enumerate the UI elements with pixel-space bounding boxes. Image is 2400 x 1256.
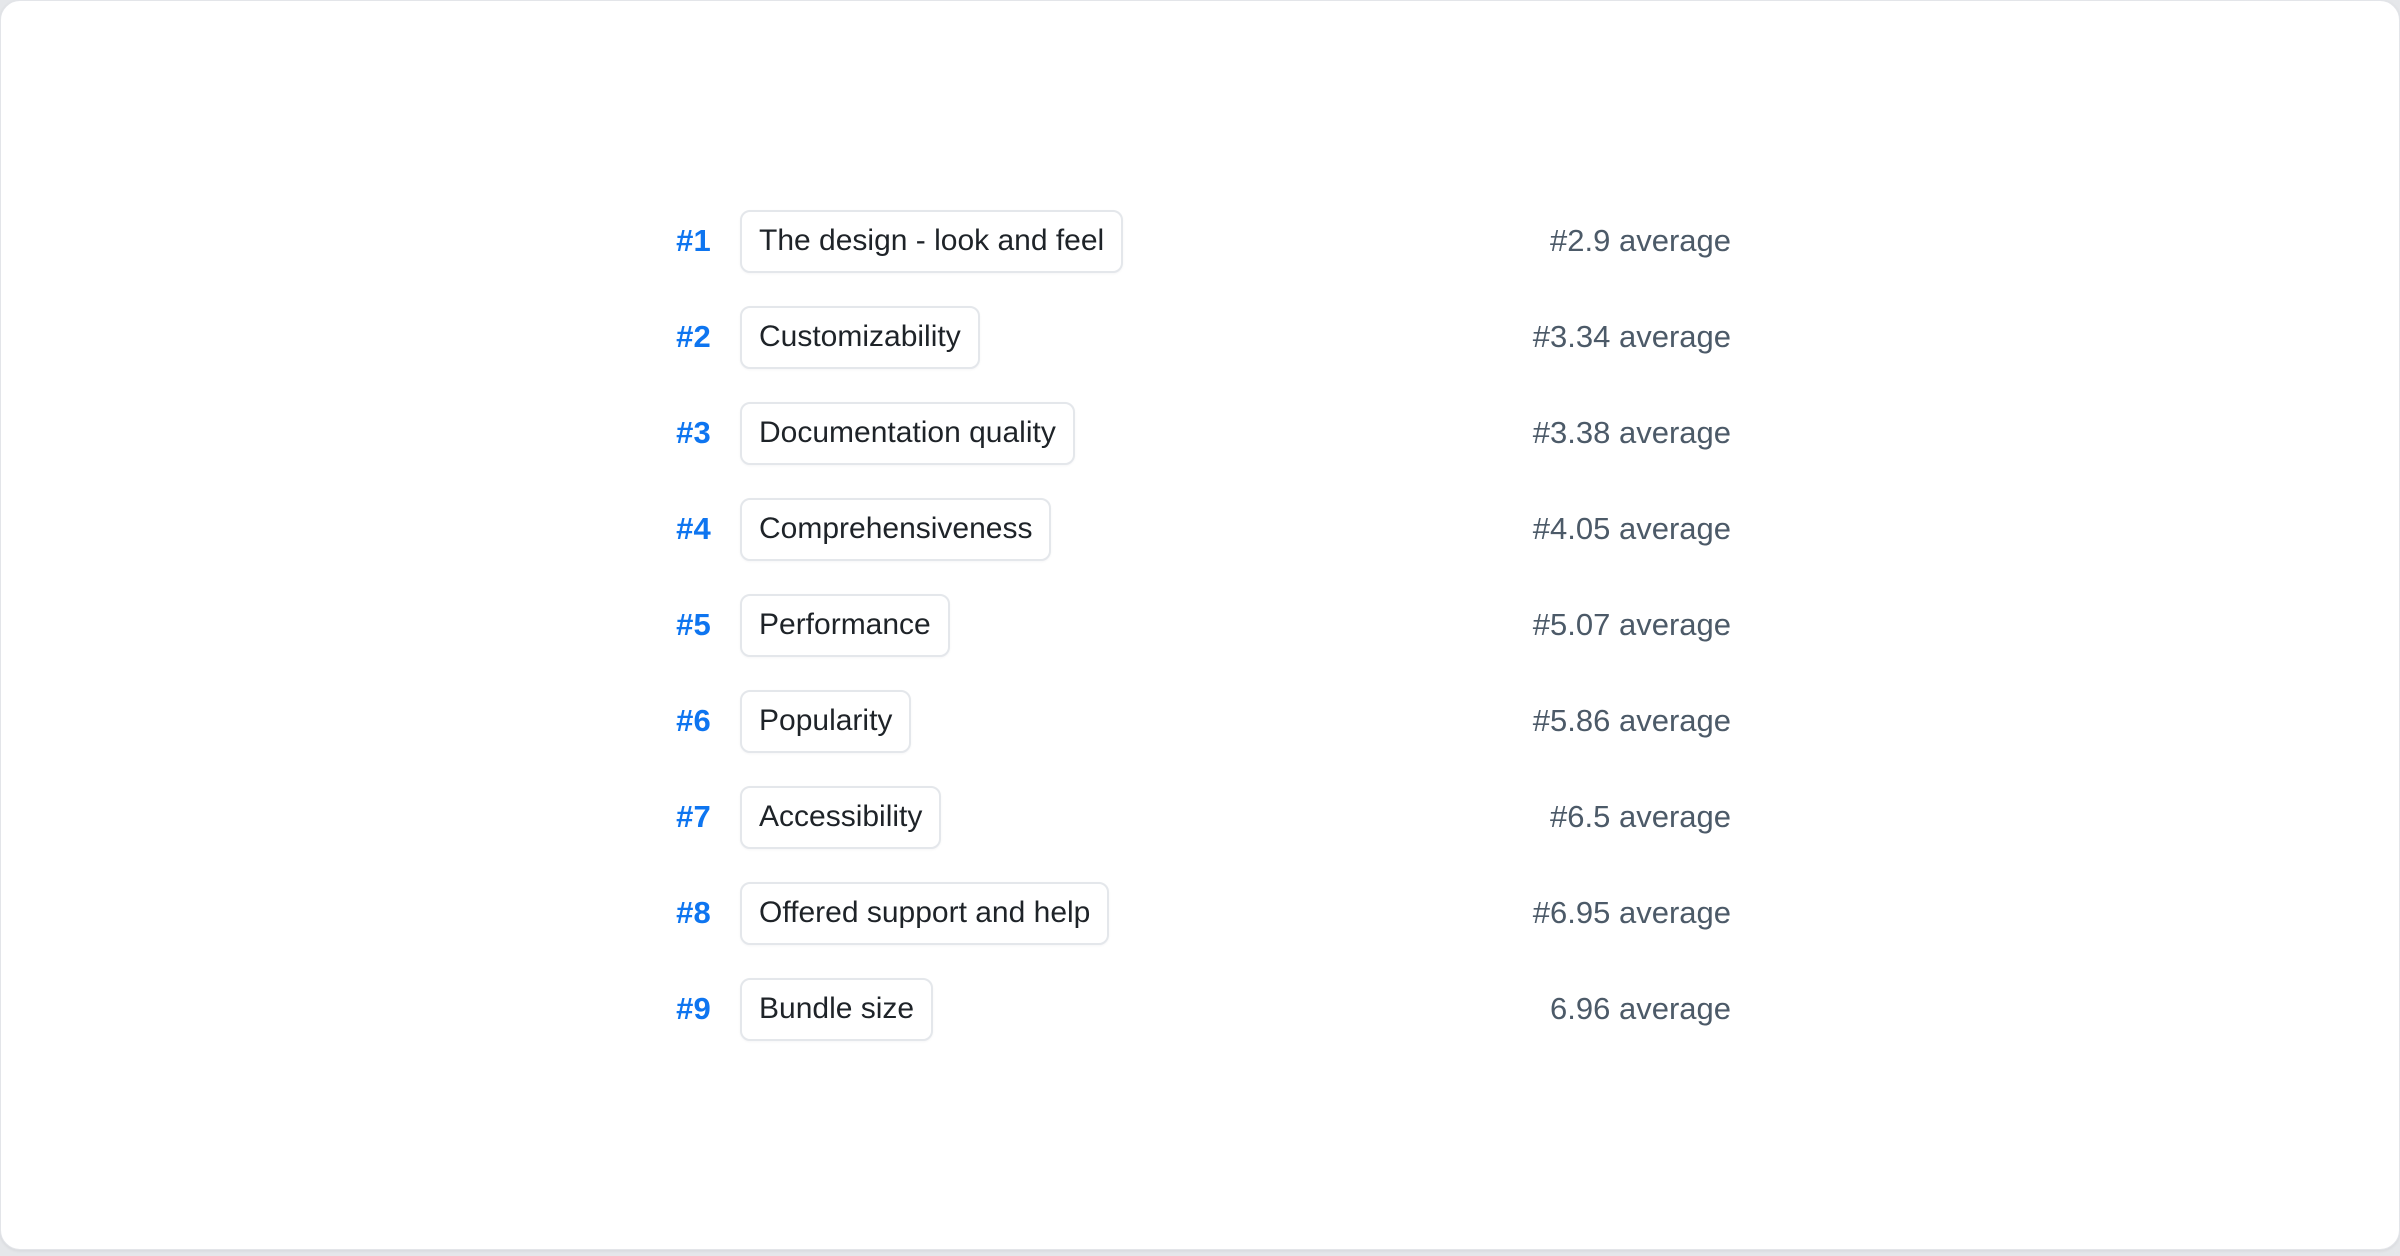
average-value: #5.07 average <box>1533 607 1731 643</box>
ranking-results-list: #1 The design - look and feel #2.9 avera… <box>669 210 1731 1041</box>
ranking-row: #7 Accessibility #6.5 average <box>669 786 1731 849</box>
ranking-row: #5 Performance #5.07 average <box>669 594 1731 657</box>
ranking-row: #2 Customizability #3.34 average <box>669 306 1731 369</box>
option-label: Documentation quality <box>759 416 1056 450</box>
average-value: #3.38 average <box>1533 415 1731 451</box>
option-label: Popularity <box>759 704 892 738</box>
option-chip: Customizability <box>740 306 980 369</box>
ranking-row: #4 Comprehensiveness #4.05 average <box>669 498 1731 561</box>
rank-number: #3 <box>669 415 711 451</box>
option-chip: Popularity <box>740 690 911 753</box>
option-label: Offered support and help <box>759 896 1090 930</box>
rank-number: #8 <box>669 895 711 931</box>
ranking-row: #6 Popularity #5.86 average <box>669 690 1731 753</box>
rank-number: #9 <box>669 991 711 1027</box>
option-label: Accessibility <box>759 800 922 834</box>
option-chip: The design - look and feel <box>740 210 1123 273</box>
option-chip: Bundle size <box>740 978 933 1041</box>
ranking-row: #1 The design - look and feel #2.9 avera… <box>669 210 1731 273</box>
ranking-row: #8 Offered support and help #6.95 averag… <box>669 882 1731 945</box>
average-value: #6.95 average <box>1533 895 1731 931</box>
option-chip: Performance <box>740 594 950 657</box>
option-label: The design - look and feel <box>759 224 1104 258</box>
option-label: Comprehensiveness <box>759 512 1032 546</box>
average-value: #6.5 average <box>1550 799 1731 835</box>
average-value: #4.05 average <box>1533 511 1731 547</box>
results-card: #1 The design - look and feel #2.9 avera… <box>0 0 2400 1250</box>
rank-number: #2 <box>669 319 711 355</box>
option-label: Customizability <box>759 320 961 354</box>
option-label: Bundle size <box>759 992 914 1026</box>
option-chip: Documentation quality <box>740 402 1075 465</box>
rank-number: #5 <box>669 607 711 643</box>
rank-number: #1 <box>669 223 711 259</box>
option-chip: Offered support and help <box>740 882 1109 945</box>
page-background: #1 The design - look and feel #2.9 avera… <box>0 0 2400 1256</box>
average-value: #2.9 average <box>1550 223 1731 259</box>
option-label: Performance <box>759 608 931 642</box>
rank-number: #7 <box>669 799 711 835</box>
average-value: #5.86 average <box>1533 703 1731 739</box>
rank-number: #6 <box>669 703 711 739</box>
option-chip: Accessibility <box>740 786 941 849</box>
option-chip: Comprehensiveness <box>740 498 1051 561</box>
ranking-row: #9 Bundle size 6.96 average <box>669 978 1731 1041</box>
rank-number: #4 <box>669 511 711 547</box>
average-value: #3.34 average <box>1533 319 1731 355</box>
average-value: 6.96 average <box>1550 991 1731 1027</box>
ranking-row: #3 Documentation quality #3.38 average <box>669 402 1731 465</box>
